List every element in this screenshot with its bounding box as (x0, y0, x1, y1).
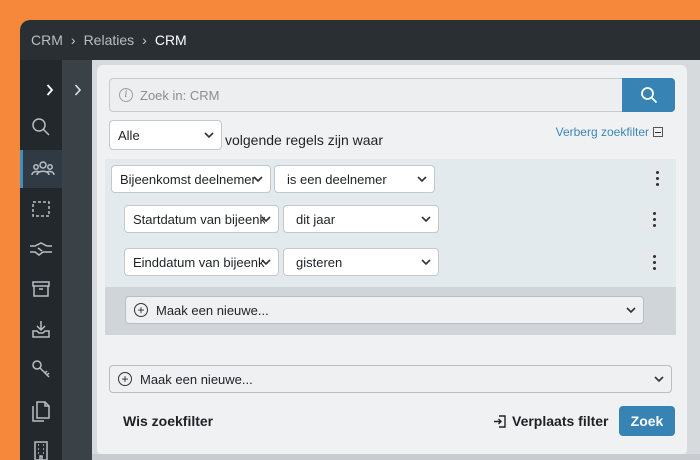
content-panel: i Alle volgende regels zijn waar Verberg… (92, 60, 700, 460)
rule-field-value: Startdatum van bijeenkomst (133, 211, 265, 227)
plus-circle-icon: + (134, 303, 148, 317)
chevron-down-icon (261, 259, 271, 266)
sidebar-item-keys[interactable] (20, 350, 62, 388)
hide-filter-link[interactable]: Verberg zoekfilter (556, 125, 663, 139)
rule-field-value: Einddatum van bijeenkomst (133, 254, 265, 270)
kebab-dot (652, 211, 656, 215)
chevron-down-icon (261, 216, 271, 223)
chevron-down-icon (654, 376, 664, 383)
move-in-icon (494, 414, 506, 428)
document-stack-icon (32, 401, 50, 422)
sidebar-item-organisations[interactable] (20, 432, 62, 460)
chevron-right-icon[interactable] (74, 84, 82, 99)
info-icon: i (119, 88, 133, 102)
archive-box-icon (32, 281, 50, 297)
sidebar-item-deals[interactable] (20, 230, 62, 268)
clear-filter-button[interactable]: Wis zoekfilter (123, 413, 213, 429)
hide-filter-label: Verberg zoekfilter (555, 125, 649, 139)
group-operator-value: is een deelnemer (287, 171, 387, 187)
kebab-dot (652, 260, 656, 264)
match-mode-select[interactable]: Alle (109, 120, 222, 150)
move-filter-button[interactable]: Verplaats filter (493, 413, 609, 429)
group-add-rule-select[interactable]: + Maak een nieuwe... (125, 296, 644, 324)
kebab-dot (655, 182, 659, 186)
main-sidebar (20, 60, 62, 460)
chevron-down-icon (253, 176, 263, 183)
breadcrumb-item-crm[interactable]: CRM (31, 32, 63, 48)
kebab-dot (652, 254, 656, 258)
download-tray-icon (32, 321, 50, 338)
breadcrumb-separator: › (142, 32, 147, 48)
dashed-selection-icon (32, 201, 50, 217)
search-input[interactable] (140, 85, 620, 105)
chevron-down-icon (417, 176, 427, 183)
rule-value-select[interactable]: dit jaar (283, 205, 439, 233)
submit-search-button[interactable]: Zoek (619, 406, 675, 436)
search-button[interactable] (622, 78, 675, 112)
sidebar-item-search[interactable] (20, 108, 62, 146)
add-rule-label: Maak een nieuwe... (140, 371, 253, 387)
panel-bottom-edge (92, 454, 700, 460)
rule-field-select[interactable]: Einddatum van bijeenkomst (124, 248, 279, 276)
breadcrumb-separator: › (70, 32, 76, 48)
match-mode-text: volgende regels zijn waar (225, 132, 383, 148)
breadcrumb-item-relaties[interactable]: Relaties (84, 32, 135, 48)
match-mode-value: Alle (118, 127, 140, 143)
breadcrumb-current: CRM (154, 32, 187, 48)
kebab-dot (652, 266, 656, 270)
group-add-label: Maak een nieuwe... (156, 302, 269, 318)
kebab-dot (652, 217, 656, 221)
search-bar: i (109, 78, 675, 112)
group-add-row: + Maak een nieuwe... (105, 287, 676, 335)
rule-options-button[interactable] (643, 249, 665, 275)
breadcrumb: CRM › Relaties › CRM (20, 20, 700, 60)
rule-options-button[interactable] (643, 206, 665, 232)
group-options-button[interactable] (646, 165, 668, 191)
key-icon (32, 360, 50, 378)
chevron-down-icon (626, 307, 636, 314)
kebab-dot (655, 176, 659, 180)
people-icon (30, 161, 55, 176)
rule-field-select[interactable]: Startdatum van bijeenkomst (124, 205, 279, 233)
app-window: CRM › Relaties › CRM i Zoek in: CRM Alle… (20, 20, 700, 460)
search-icon (640, 87, 657, 104)
rule-value-select[interactable]: gisteren (283, 248, 439, 276)
chevron-right-icon[interactable] (46, 84, 54, 99)
rule-value: dit jaar (296, 211, 336, 227)
chevron-down-icon (204, 132, 214, 139)
chevron-down-icon (421, 216, 431, 223)
sidebar-item-archive[interactable] (20, 270, 62, 308)
sidebar-item-crm[interactable] (20, 150, 62, 188)
minus-box-icon (653, 127, 663, 137)
group-field-select[interactable]: Bijeenkomst deelnemer (111, 165, 271, 193)
search-filter-card: i Alle volgende regels zijn waar Verberg… (97, 65, 687, 455)
building-icon (34, 441, 48, 460)
handshake-icon (30, 242, 52, 256)
kebab-dot (655, 170, 659, 174)
subnav-rail (62, 60, 92, 460)
group-operator-select[interactable]: is een deelnemer (274, 165, 435, 193)
sidebar-item-selection[interactable] (20, 190, 62, 228)
sidebar-item-documents[interactable] (20, 392, 62, 430)
group-field-value: Bijeenkomst deelnemer (120, 171, 256, 187)
plus-circle-icon: + (118, 372, 132, 386)
move-filter-label: Verplaats filter (512, 413, 609, 429)
filter-group: Bijeenkomst deelnemer is een deelnemer S… (105, 159, 676, 335)
search-icon (32, 118, 50, 136)
sidebar-item-downloads[interactable] (20, 310, 62, 348)
kebab-dot (652, 223, 656, 227)
add-rule-select[interactable]: + Maak een nieuwe... (109, 365, 672, 393)
rule-value: gisteren (296, 254, 343, 270)
chevron-down-icon (421, 259, 431, 266)
